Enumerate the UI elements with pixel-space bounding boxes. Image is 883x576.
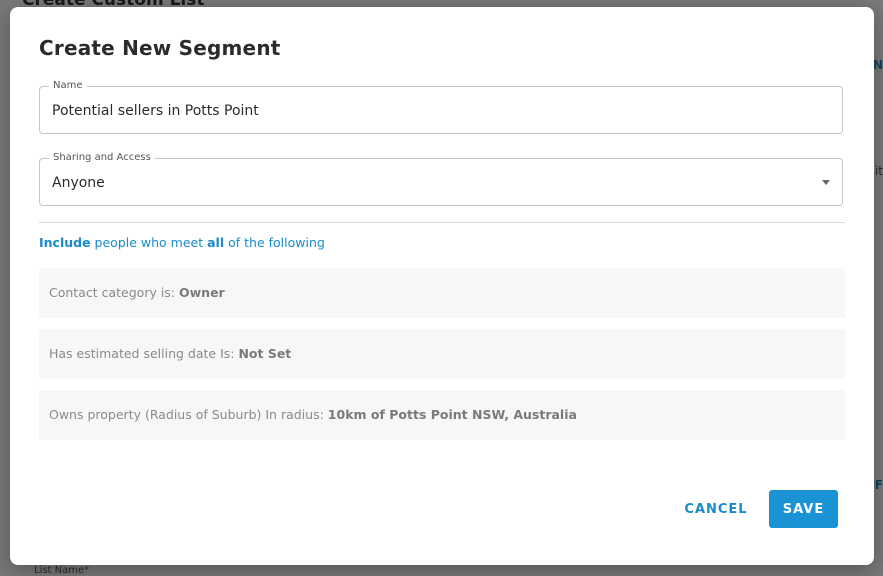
name-field[interactable]: Name Potential sellers in Potts Point [39,80,843,134]
rule-label: Contact category is: [49,285,179,300]
rule-text: Has estimated selling date Is: Not Set [49,346,291,361]
match-mode-keyword[interactable]: all [207,235,224,250]
chevron-down-icon[interactable] [822,180,830,185]
name-field-label: Name [49,80,87,92]
rule-label: Owns property (Radius of Suburb) In radi… [49,407,328,422]
segment-rule[interactable]: Owns property (Radius of Suburb) In radi… [39,390,845,440]
rule-value: 10km of Potts Point NSW, Australia [327,407,577,422]
include-keyword[interactable]: Include [39,235,91,250]
rule-label: Has estimated selling date Is: [49,346,239,361]
create-segment-dialog: Create New Segment Name Potential seller… [10,7,874,565]
rule-text: Owns property (Radius of Suburb) In radi… [49,407,577,422]
name-input-value[interactable]: Potential sellers in Potts Point [52,103,259,119]
cancel-button[interactable]: CANCEL [678,491,754,527]
segment-rule[interactable]: Contact category is: Owner [39,268,845,318]
include-middle-text: people who meet [90,235,208,250]
save-button[interactable]: SAVE [769,490,838,528]
include-condition-line: Include people who meet all of the follo… [39,235,325,250]
rule-value: Owner [179,285,225,300]
divider [39,222,845,223]
rule-value: Not Set [238,346,292,361]
sharing-access-select[interactable]: Sharing and Access Anyone [39,152,843,206]
segment-rule[interactable]: Has estimated selling date Is: Not Set [39,329,845,379]
dialog-title: Create New Segment [39,36,281,60]
sharing-access-label: Sharing and Access [49,152,155,164]
include-suffix-text: of the following [224,235,325,250]
sharing-access-value[interactable]: Anyone [52,175,105,191]
rule-text: Contact category is: Owner [49,285,225,300]
